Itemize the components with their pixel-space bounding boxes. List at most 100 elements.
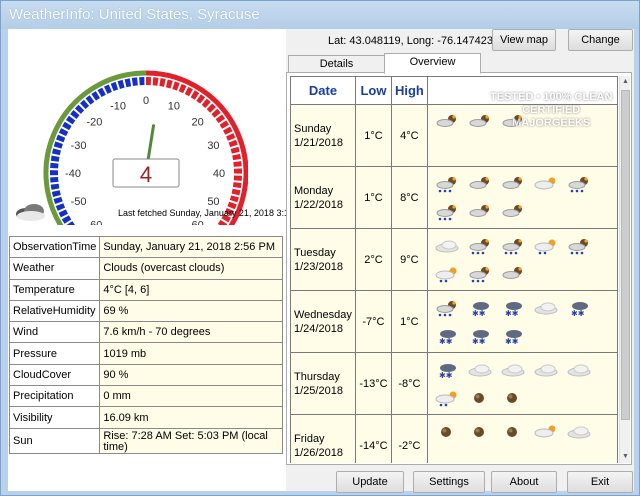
night-cloud-icon	[500, 203, 530, 221]
property-key: Visibility	[8, 406, 101, 429]
forecast-grid[interactable]: Date Low High Sunday 1/21/2018 1°C 4°C Monda…	[290, 76, 618, 463]
vertical-scrollbar[interactable]: ▲ ▼	[619, 76, 630, 463]
sun-rain-icon	[434, 389, 464, 407]
forecast-day-name: Wednesday	[294, 308, 352, 321]
about-button[interactable]: About	[491, 471, 557, 493]
svg-text:✱✱: ✱✱	[472, 309, 486, 317]
property-value: 1019 mb	[99, 342, 283, 365]
property-row[interactable]: ObservationTime Sunday, January 21, 2018 …	[8, 235, 283, 259]
property-value: 16.09 km	[99, 406, 283, 429]
forecast-icons-cell	[426, 228, 618, 291]
gauge-tick-label: 20	[191, 116, 203, 128]
column-header-high[interactable]: High	[390, 76, 428, 105]
last-fetched-text: Last fetched Sunday, January 21, 2018 3:…	[118, 208, 310, 218]
exit-button[interactable]: Exit	[567, 471, 633, 493]
property-value: Sunday, January 21, 2018 2:56 PM	[99, 235, 283, 259]
night-rain-icon	[500, 237, 530, 255]
night-cloud-icon	[500, 175, 530, 193]
property-value: 4°C [4, 6]	[99, 278, 283, 301]
properties-table: ObservationTime Sunday, January 21, 2018 …	[8, 235, 283, 454]
night-rain-icon	[467, 265, 497, 283]
night-rain-icon	[434, 299, 464, 317]
gauge-tick-label: 10	[168, 101, 180, 113]
gauge-tick-label: -40	[65, 168, 81, 180]
property-value: Clouds (overcast clouds)	[99, 257, 283, 280]
night-rain-icon	[566, 237, 596, 255]
snow-icon: ✱✱	[434, 361, 464, 380]
forecast-date: 1/26/2018	[294, 446, 343, 459]
snow-icon: ✱✱	[500, 327, 530, 346]
forecast-row[interactable]: Monday 1/22/2018 1°C 8°C	[290, 166, 618, 229]
forecast-day-name: Friday	[294, 432, 325, 445]
forecast-date: 1/24/2018	[294, 322, 343, 335]
property-row[interactable]: Visibility 16.09 km	[8, 406, 283, 429]
property-key: Temperature	[8, 278, 101, 301]
property-key: Pressure	[8, 342, 101, 365]
forecast-icons-cell: ✱✱ ✱✱ ✱✱ ✱✱ ✱✱ ✱✱	[426, 290, 618, 353]
sun-cloud-icon	[533, 423, 563, 441]
forecast-date-cell: Friday 1/26/2018	[290, 414, 356, 463]
gauge-tick-label: -10	[110, 101, 126, 113]
sun-rain-icon	[533, 237, 563, 255]
window-title: WeatherInfo: United States, Syracuse	[9, 6, 260, 23]
night-cloud-icon	[467, 175, 497, 193]
night-cloud-icon	[500, 265, 530, 283]
forecast-high: 1°C	[390, 290, 428, 353]
forecast-low: 1°C	[354, 166, 392, 229]
scroll-up-arrow[interactable]: ▲	[620, 76, 631, 88]
forecast-low: -13°C	[354, 352, 392, 415]
scroll-down-arrow[interactable]: ▼	[620, 451, 631, 463]
property-row[interactable]: Pressure 1019 mb	[8, 342, 283, 365]
night-cloud-icon	[434, 113, 464, 131]
svg-text:✱✱: ✱✱	[571, 309, 585, 317]
tab-details[interactable]: Details	[288, 55, 385, 73]
change-button[interactable]: Change	[568, 29, 633, 51]
forecast-row[interactable]: Friday 1/26/2018 -14°C -2°C	[290, 414, 618, 463]
scroll-thumb[interactable]	[621, 90, 630, 420]
cloud-icon	[500, 361, 530, 379]
tab-overview[interactable]: Overview	[384, 53, 481, 74]
property-row[interactable]: Precipitation 0 mm	[8, 385, 283, 408]
forecast-row[interactable]: Tuesday 1/23/2018 2°C 9°C	[290, 228, 618, 291]
property-value: 69 %	[99, 299, 283, 323]
forecast-low: -14°C	[354, 414, 392, 463]
forecast-date-cell: Sunday 1/21/2018	[290, 104, 356, 167]
column-header-date[interactable]: Date	[290, 76, 356, 105]
forecast-date: 1/22/2018	[294, 198, 343, 211]
gauge-tick-label: 30	[207, 140, 219, 152]
cloud-icon	[533, 299, 563, 317]
property-key: CloudCover	[8, 363, 101, 387]
moon-icon	[500, 389, 530, 407]
forecast-row[interactable]: Wednesday 1/24/2018 -7°C 1°C ✱✱ ✱✱ ✱✱ ✱✱ ✱✱ ✱✱	[290, 290, 618, 353]
property-row[interactable]: RelativeHumidity 69 %	[8, 299, 283, 323]
current-conditions-panel: -60 -50 -40 -30 -20 -10 0 10 20 30 40 50 60 4 Last f…	[8, 29, 310, 491]
forecast-low: 2°C	[354, 228, 392, 291]
snow-icon: ✱✱	[467, 327, 497, 346]
forecast-row[interactable]: Thursday 1/25/2018 -13°C -8°C ✱✱	[290, 352, 618, 415]
forecast-day-name: Monday	[294, 184, 334, 197]
app-window: WeatherInfo: United States, Syracuse -60…	[0, 0, 640, 496]
svg-text:✱✱: ✱✱	[439, 337, 453, 345]
snow-icon: ✱✱	[434, 327, 464, 346]
property-row[interactable]: CloudCover 90 %	[8, 363, 283, 387]
property-row[interactable]: Sun Rise: 7:28 AM Set: 5:03 PM (local tim…	[8, 427, 283, 454]
title-bar[interactable]: WeatherInfo: United States, Syracuse	[1, 1, 639, 29]
svg-text:✱✱: ✱✱	[472, 337, 486, 345]
night-rain-icon	[434, 203, 464, 221]
property-row[interactable]: Temperature 4°C [4, 6]	[8, 278, 283, 301]
settings-button[interactable]: Settings	[413, 471, 485, 493]
moon-icon	[434, 423, 464, 441]
column-header-low[interactable]: Low	[354, 76, 392, 105]
forecast-low: -7°C	[354, 290, 392, 353]
gauge-tick-label: -20	[86, 116, 102, 128]
forecast-day-name: Sunday	[294, 122, 332, 135]
property-row[interactable]: Wind 7.6 km/h - 70 degrees	[8, 321, 283, 344]
gauge-tick-label: 0	[143, 95, 149, 107]
update-button[interactable]: Update	[336, 471, 404, 493]
night-rain-icon	[434, 175, 464, 193]
property-key: Sun	[8, 427, 101, 454]
property-value: 90 %	[99, 363, 283, 387]
view-map-button[interactable]: View map	[492, 29, 556, 51]
property-row[interactable]: Weather Clouds (overcast clouds)	[8, 257, 283, 280]
moon-icon	[500, 423, 530, 441]
